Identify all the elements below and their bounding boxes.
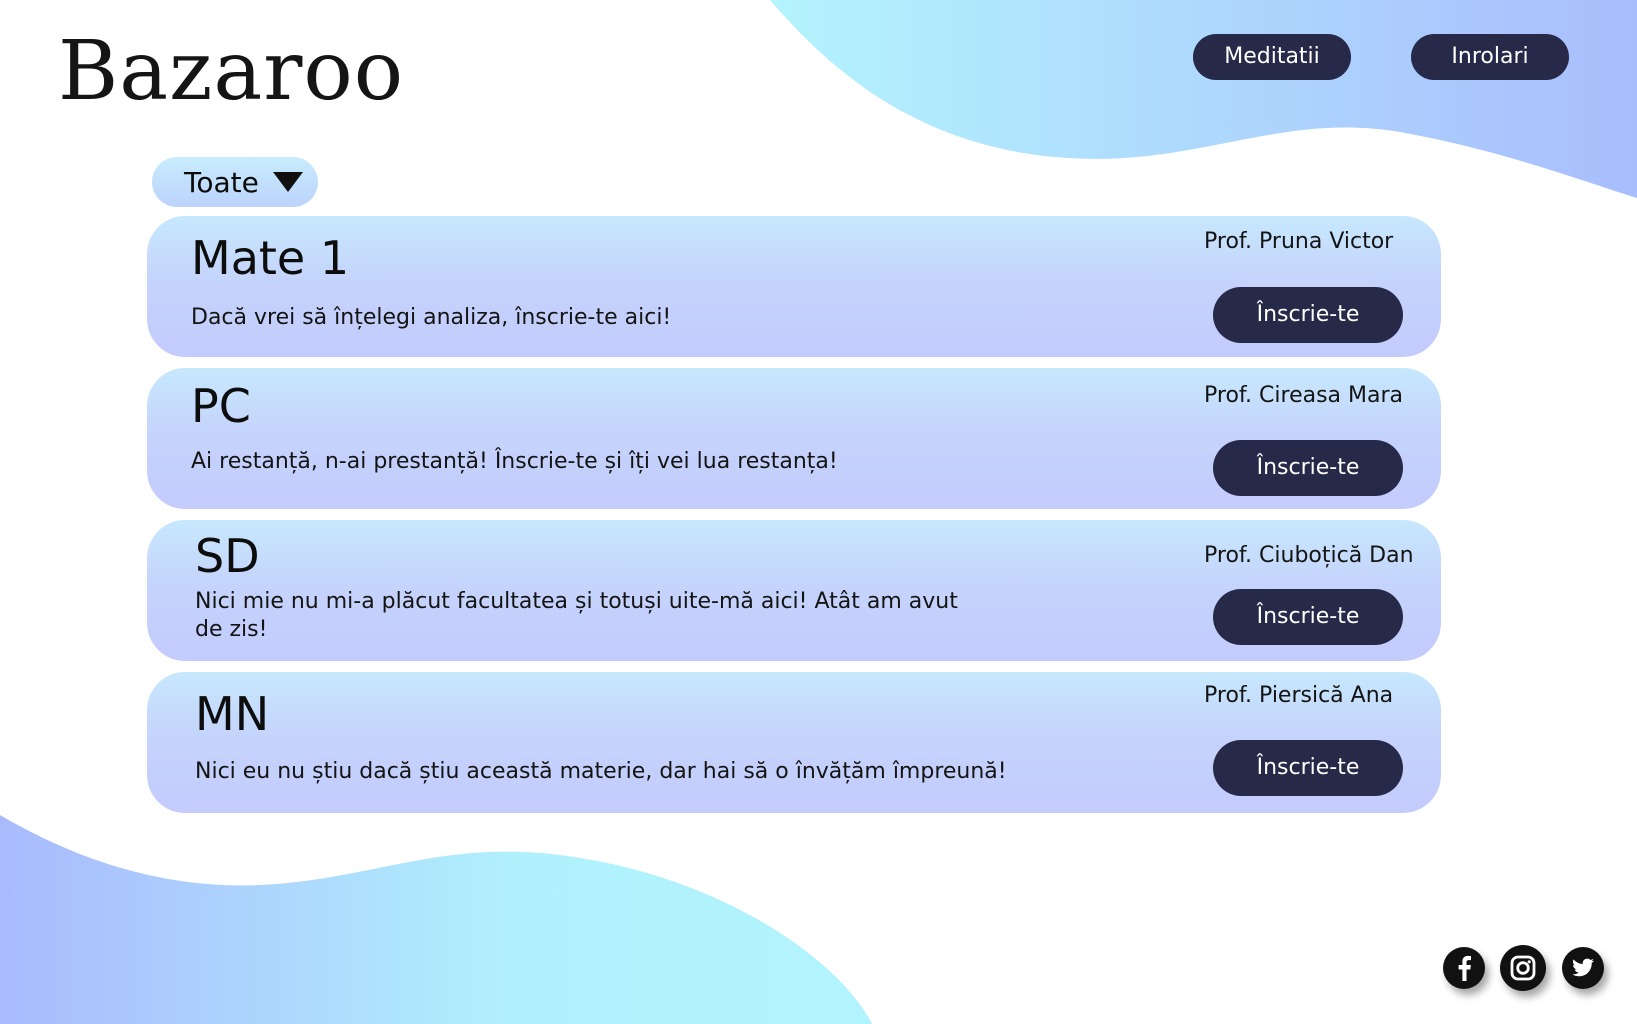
triangle-down-icon [272, 172, 303, 192]
course-description: Ai restanță, n-ai prestanță! Înscrie-te … [191, 449, 838, 474]
course-title: Mate 1 [191, 231, 350, 285]
course-card: SD Nici mie nu mi-a plăcut facultatea și… [147, 520, 1441, 661]
enroll-button[interactable]: Înscrie-te [1213, 740, 1403, 796]
top-wave [770, 0, 1637, 198]
course-card: MN Nici eu nu știu dacă știu această mat… [147, 672, 1441, 813]
course-card: Mate 1 Dacă vrei să înțelegi analiza, în… [147, 216, 1441, 357]
enroll-button[interactable]: Înscrie-te [1213, 440, 1403, 496]
course-professor: Prof. Pruna Victor [1204, 229, 1394, 254]
course-title: PC [191, 379, 251, 433]
background-waves [0, 0, 1637, 1024]
course-title: MN [195, 687, 270, 741]
course-professor: Prof. Piersică Ana [1204, 683, 1394, 708]
course-professor: Prof. Cireasa Mara [1204, 383, 1404, 408]
enroll-button[interactable]: Înscrie-te [1213, 287, 1403, 343]
nav-inrolari-button[interactable]: Inrolari [1411, 34, 1569, 80]
logo[interactable]: Bazaroo [58, 22, 404, 122]
bottom-wave [0, 815, 872, 1024]
nav-meditatii-button[interactable]: Meditatii [1193, 34, 1351, 80]
category-filter-dropdown[interactable]: Toate [152, 157, 318, 207]
course-professor: Prof. Ciuboțică Dan [1204, 543, 1414, 568]
course-card: PC Ai restanță, n-ai prestanță! Înscrie-… [147, 368, 1441, 509]
course-description: Dacă vrei să înțelegi analiza, înscrie-t… [191, 305, 672, 330]
course-description: Nici mie nu mi-a plăcut facultatea și to… [195, 589, 958, 642]
instagram-icon[interactable] [1500, 945, 1546, 991]
enroll-button[interactable]: Înscrie-te [1213, 589, 1403, 645]
course-description: Nici eu nu știu dacă știu această materi… [195, 759, 1007, 784]
filter-selected-value: Toate [184, 165, 259, 199]
course-title: SD [195, 529, 260, 583]
facebook-icon[interactable] [1443, 947, 1485, 989]
twitter-icon[interactable] [1562, 947, 1604, 989]
